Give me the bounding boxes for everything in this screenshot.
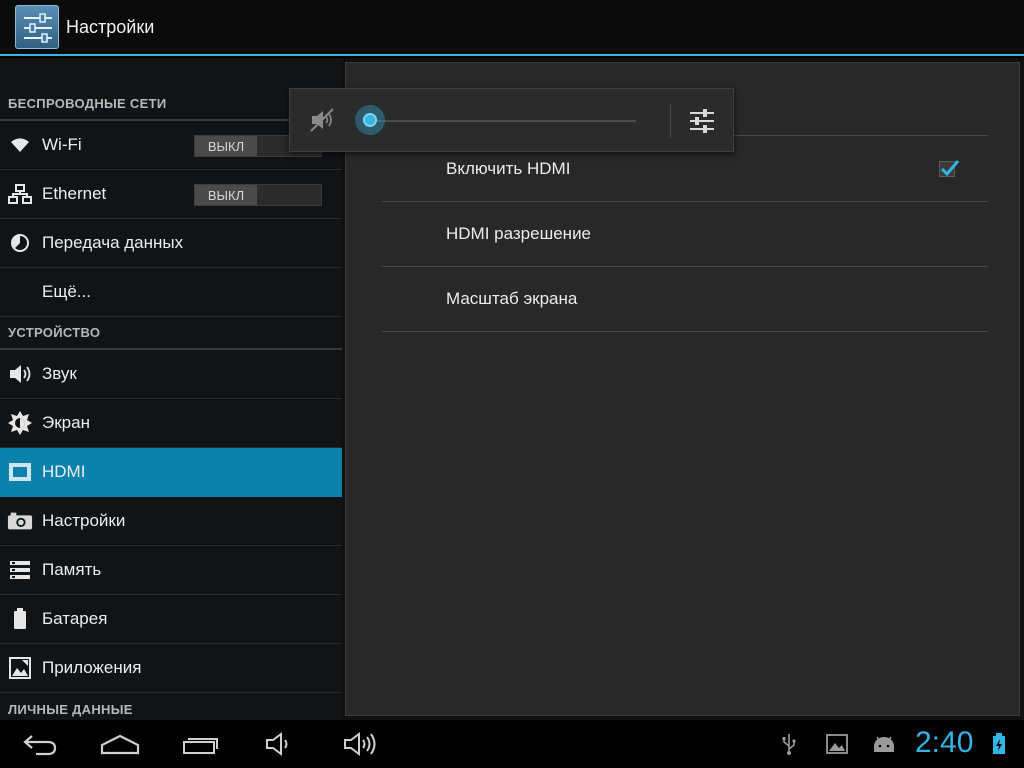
toggle-state-label: ВЫКЛ [195,185,257,205]
home-button[interactable] [100,728,140,760]
image-notification-icon[interactable] [825,728,849,760]
back-button[interactable] [22,728,58,760]
sidebar-item-apps[interactable]: Приложения [0,644,342,693]
toggle-state-label: ВЫКЛ [195,136,257,156]
status-clock: 2:40 [915,726,974,759]
sidebar-item-storage[interactable]: Память [0,546,342,595]
back-icon [23,735,57,756]
pref-title: HDMI разрешение [446,224,592,243]
hdmi-settings-content: Включить HDMI HDMI разрешение Масштаб эк… [345,62,1020,716]
sidebar-item-camera-settings[interactable]: Настройки [0,497,342,546]
speaker-muted-icon[interactable] [309,107,335,133]
sidebar-item-label: Память [42,560,102,579]
sliders-icon[interactable] [688,107,716,135]
sidebar-item-label: Экран [42,413,90,432]
settings-app-icon[interactable] [15,5,59,49]
camera-icon [7,508,33,534]
recent-apps-button[interactable] [182,728,220,760]
speaker-icon [7,361,33,387]
pref-hdmi-resolution[interactable]: HDMI разрешение [382,202,988,267]
sidebar-item-hdmi[interactable]: HDMI [0,448,342,497]
volume-up-button[interactable] [342,728,378,760]
sidebar-item-label: HDMI [42,462,86,481]
volume-slider-track[interactable] [370,120,636,122]
hdmi-icon [7,459,33,485]
volume-down-button[interactable] [264,728,296,760]
sidebar-item-label: Батарея [42,609,108,628]
section-header-device: УСТРОЙСТВО [0,316,342,350]
pref-title: Масштаб экрана [446,289,578,308]
apps-icon [7,655,33,681]
action-bar: Настройки [0,0,1024,56]
sidebar-item-ethernet[interactable]: Ethernet ВЫКЛ [0,170,342,219]
volume-down-icon [266,732,288,756]
hdmi-settings-panel: Включить HDMI HDMI разрешение Масштаб эк… [342,58,1024,720]
sidebar-item-sound[interactable]: Звук [0,350,342,399]
enable-hdmi-checkbox[interactable] [939,160,960,177]
pref-screen-scale[interactable]: Масштаб экрана [382,267,988,332]
sidebar-item-more[interactable]: Ещё... [0,268,342,317]
sidebar-item-data-usage[interactable]: Передача данных [0,219,342,268]
recent-apps-icon [183,738,218,754]
sidebar-item-label: Приложения [42,658,142,677]
ethernet-icon [7,181,33,207]
sidebar-item-display[interactable]: Экран [0,399,342,448]
section-header-personal: ЛИЧНЫЕ ДАННЫЕ [8,701,133,717]
usb-icon [780,728,798,760]
volume-panel [289,88,734,152]
sidebar-item-label: Звук [42,364,77,383]
sidebar-item-label: Ethernet [42,184,107,203]
brightness-icon [7,410,33,436]
volume-up-icon [344,732,376,756]
android-debug-icon[interactable] [870,728,898,760]
home-icon [100,734,140,755]
system-bar [0,720,1024,768]
wifi-icon [7,132,33,158]
sidebar-item-label: Передача данных [42,233,184,252]
battery-icon [7,606,33,632]
sidebar-item-label: Настройки [42,511,126,530]
app-title: Настройки [66,16,155,37]
data-usage-icon [7,230,33,256]
storage-icon [7,557,33,583]
sidebar-item-label: Ещё... [42,282,91,301]
pref-title: Включить HDMI [446,159,571,178]
sidebar-item-label: Wi-Fi [42,135,82,154]
battery-charging-icon [990,728,1008,760]
ethernet-toggle[interactable]: ВЫКЛ [194,184,322,206]
sidebar-item-battery[interactable]: Батарея [0,595,342,644]
settings-sidebar: БЕСПРОВОДНЫЕ СЕТИ Wi-Fi ВЫКЛ Ethernet ВЫ… [0,58,342,720]
volume-slider-thumb[interactable] [355,105,385,135]
volume-divider [670,104,671,138]
